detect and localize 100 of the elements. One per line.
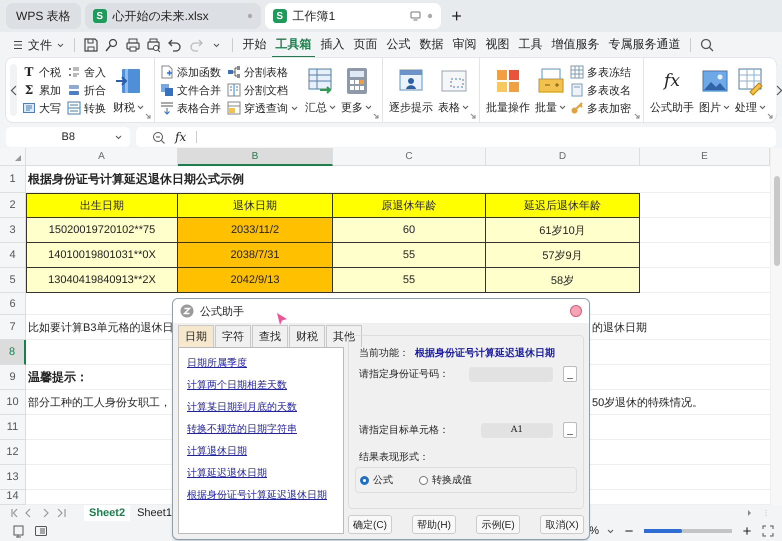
zoom-slider[interactable] bbox=[644, 529, 732, 533]
dialog-button[interactable]: 帮助(H) bbox=[412, 515, 456, 534]
input-field[interactable]: A1 bbox=[481, 422, 553, 438]
name-box[interactable]: B8 bbox=[6, 127, 130, 147]
zoom-in-button[interactable]: + bbox=[740, 522, 754, 540]
document-tab[interactable]: WPS 表格 bbox=[6, 3, 81, 29]
dialog-tab[interactable]: 查找 bbox=[252, 325, 288, 347]
ribbon-button[interactable]: 批量操作 bbox=[485, 66, 531, 114]
row-header[interactable]: 1 bbox=[0, 166, 26, 193]
column-header[interactable]: D bbox=[486, 148, 640, 166]
ribbon-button[interactable]: 添加函数 bbox=[160, 65, 221, 79]
formula-field[interactable]: fx bbox=[136, 127, 776, 147]
function-link[interactable]: 计算某日期到月底的天数 bbox=[187, 400, 335, 414]
pick-button[interactable]: _ bbox=[563, 422, 577, 438]
split-icon bbox=[227, 65, 241, 79]
menu-tab[interactable]: 工具 bbox=[515, 32, 546, 58]
dialog-button[interactable]: 示例(E) bbox=[476, 515, 520, 534]
sheet-tab[interactable]: Sheet1 bbox=[132, 505, 177, 521]
cell-text: 的退休日期 bbox=[592, 320, 647, 334]
document-tab[interactable]: S 心开始の未来.xlsx bbox=[84, 3, 261, 29]
menu-tab[interactable]: 插入 bbox=[317, 32, 348, 58]
ribbon-button[interactable]: fx 公式助手 bbox=[649, 66, 695, 114]
ribbon-button[interactable]: 逐步提示 bbox=[388, 66, 434, 114]
ribbon-button[interactable]: 大写 bbox=[22, 101, 61, 115]
ribbon-button[interactable]: 折合 bbox=[67, 83, 106, 97]
function-link[interactable]: 日期所属季度 bbox=[187, 356, 335, 370]
menu-tab[interactable]: 公式 bbox=[383, 32, 414, 58]
undo-icon bbox=[166, 37, 182, 53]
menu-tab[interactable]: 开始 bbox=[239, 32, 270, 58]
ribbon-button[interactable]: 分割表格 bbox=[227, 65, 298, 79]
ribbon-button[interactable]: 穿透查询 bbox=[227, 101, 298, 115]
ribbon-button[interactable]: 更多 bbox=[340, 66, 373, 114]
document-icon bbox=[570, 83, 584, 97]
zoom-out-button[interactable]: − bbox=[622, 522, 636, 540]
function-link[interactable]: 根据身份证号计算延迟退休日期 bbox=[187, 488, 335, 502]
dot-icon bbox=[426, 13, 433, 19]
column-header[interactable]: B bbox=[178, 148, 333, 166]
row-header[interactable]: 14 bbox=[0, 490, 26, 505]
menu-tab[interactable]: 审阅 bbox=[449, 32, 480, 58]
ribbon-button[interactable]: 分割文档 bbox=[227, 83, 298, 97]
table-cell: 13040419840913**2X bbox=[26, 268, 178, 293]
row-header[interactable]: 11 bbox=[0, 415, 26, 440]
row-header[interactable]: 2 bbox=[0, 193, 26, 218]
ribbon-button[interactable]: 多表加密 bbox=[570, 101, 631, 115]
row-header[interactable]: 4 bbox=[0, 243, 26, 268]
row-header[interactable]: 5 bbox=[0, 268, 26, 293]
row-header[interactable]: 10 bbox=[0, 390, 26, 415]
menu-tab[interactable]: 视图 bbox=[482, 32, 513, 58]
menu-tab[interactable]: 数据 bbox=[416, 32, 447, 58]
ribbon-button[interactable]: T 个税 bbox=[22, 65, 61, 79]
dialog-tab[interactable]: 财税 bbox=[289, 325, 325, 347]
row-header[interactable]: 7 bbox=[0, 315, 26, 340]
dialog-tab[interactable]: 字符 bbox=[215, 325, 251, 347]
row-header[interactable]: 6 bbox=[0, 293, 26, 315]
row-header[interactable]: 9 bbox=[0, 365, 26, 390]
row-header[interactable]: 8 bbox=[0, 340, 26, 365]
menu-tab[interactable]: 专属服务通道 bbox=[605, 32, 684, 58]
ribbon-button[interactable]: 表格 bbox=[437, 66, 470, 114]
menu-tab[interactable]: 页面 bbox=[350, 32, 381, 58]
dialog-button[interactable]: 取消(X) bbox=[540, 515, 584, 534]
function-link[interactable]: 转换不规范的日期字符串 bbox=[187, 422, 335, 436]
radio-option[interactable]: 转换成值 bbox=[419, 473, 472, 487]
table-cell: 14010019801031**0X bbox=[26, 243, 178, 268]
ribbon-button[interactable]: 批量 bbox=[534, 66, 567, 114]
pick-button[interactable]: _ bbox=[563, 366, 577, 382]
function-link[interactable]: 计算退休日期 bbox=[187, 444, 335, 458]
cell-text: 50岁退休的特殊情况。 bbox=[592, 396, 704, 410]
close-button[interactable] bbox=[570, 305, 582, 317]
ribbon-button[interactable]: 舍入 bbox=[67, 65, 106, 79]
ribbon-button[interactable]: 图片 bbox=[698, 66, 731, 114]
ribbon-button[interactable]: Σ 累加 bbox=[22, 83, 61, 97]
ribbon-button[interactable]: 多表改名 bbox=[570, 83, 631, 97]
file-menu[interactable]: 文件 bbox=[10, 36, 68, 54]
ribbon-button[interactable]: 文件合并 bbox=[160, 83, 221, 97]
ribbon-button[interactable]: 转换 bbox=[67, 101, 106, 115]
radio-option[interactable]: 公式 bbox=[360, 473, 393, 487]
layout-icon bbox=[34, 524, 48, 538]
fx-icon: fx bbox=[657, 66, 687, 96]
function-link[interactable]: 计算两个日期相差天数 bbox=[187, 378, 335, 392]
column-header[interactable]: C bbox=[333, 148, 486, 166]
scrollbar[interactable] bbox=[770, 148, 782, 505]
function-link[interactable]: 计算延迟退休日期 bbox=[187, 466, 335, 480]
column-header[interactable]: A bbox=[26, 148, 178, 166]
menu-tab[interactable]: 增值服务 bbox=[548, 32, 603, 58]
ribbon-button[interactable]: 处理 bbox=[734, 66, 767, 114]
dialog-tab[interactable]: 日期 bbox=[178, 325, 214, 347]
sheet-tab[interactable]: Sheet2 bbox=[84, 505, 130, 521]
ribbon-button[interactable]: 汇总 bbox=[304, 66, 337, 114]
row-header[interactable]: 13 bbox=[0, 465, 26, 490]
table-cell: 原退休年龄 bbox=[333, 193, 486, 218]
ribbon-button[interactable]: 多表冻结 bbox=[570, 65, 631, 79]
ribbon-button[interactable]: 表格合并 bbox=[160, 101, 221, 115]
row-header[interactable]: 3 bbox=[0, 218, 26, 243]
scroll-left-button[interactable] bbox=[10, 64, 17, 116]
ribbon-button[interactable]: 财税 bbox=[112, 66, 145, 114]
dialog-button[interactable]: 确定(C) bbox=[348, 515, 392, 534]
document-tab[interactable]: S 工作簿1 bbox=[264, 3, 441, 29]
zoom-percent[interactable]: % bbox=[589, 525, 599, 537]
row-header[interactable]: 12 bbox=[0, 440, 26, 465]
new-tab-button[interactable]: + bbox=[444, 6, 469, 26]
